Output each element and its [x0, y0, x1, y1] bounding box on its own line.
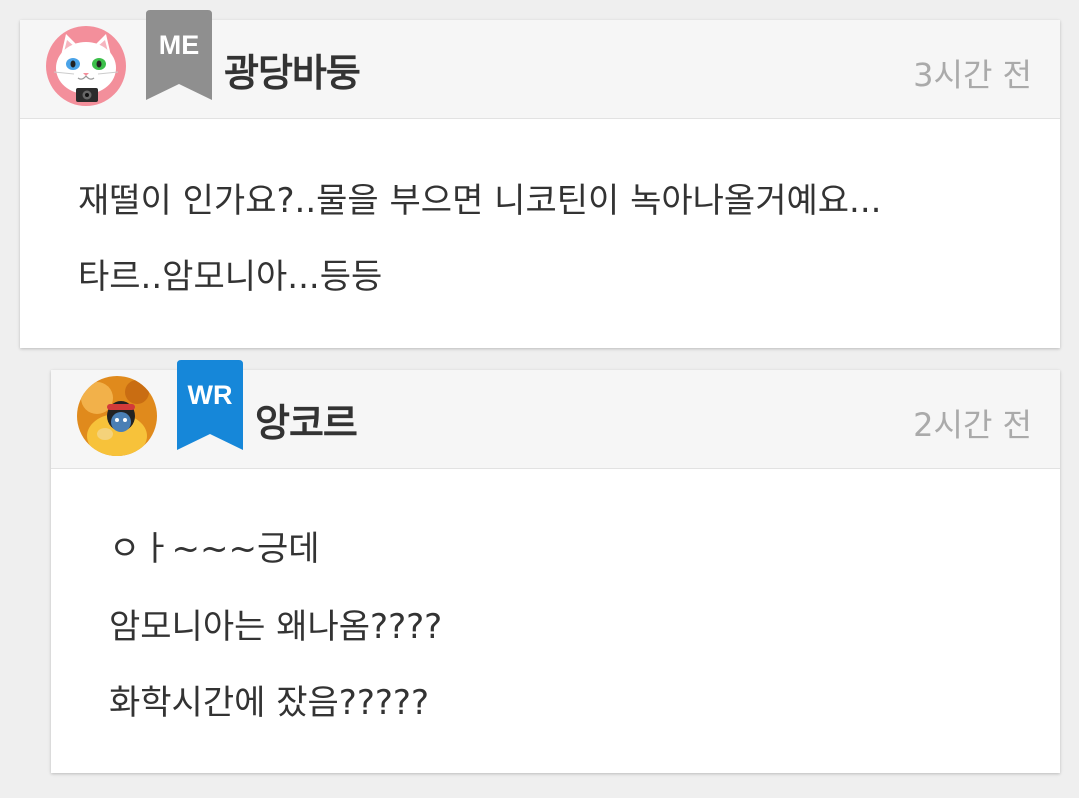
comment-body: ㅇㅏ~~~긍데 암모니아는 왜나옴???? 화학시간에 잤음????? [51, 469, 1060, 774]
comment-time: 3시간 전 [913, 56, 1032, 94]
comment-card: ME 광당바둥 3시간 전 재떨이 인가요?..물을 부으면 니코틴이 녹아나올… [20, 10, 1060, 349]
comment-line: 암모니아는 왜나옴???? [109, 607, 443, 647]
badge-label: WR [187, 380, 233, 410]
comment-header: WR 앙코르 2시간 전 [51, 360, 1060, 469]
comment-time: 2시간 전 [913, 406, 1032, 444]
me-badge: ME [146, 10, 212, 100]
badge-label: ME [158, 30, 200, 60]
cartoon-character-avatar-icon[interactable] [77, 376, 157, 456]
comment-line: 타르..암모니아...등등 [78, 257, 383, 297]
comment-line: 재떨이 인가요?..물을 부으면 니코틴이 녹아나올거예요... [78, 181, 882, 221]
reply-card: WR 앙코르 2시간 전 ㅇㅏ~~~긍데 암모니아는 왜나옴???? 화학시간에… [51, 360, 1060, 774]
comment-body: 재떨이 인가요?..물을 부으면 니코틴이 녹아나올거예요... 타르..암모니… [20, 119, 1060, 349]
author-name[interactable]: 앙코르 [255, 392, 358, 447]
comment-header: ME 광당바둥 3시간 전 [20, 10, 1060, 119]
comment-line: ㅇㅏ~~~긍데 [109, 529, 320, 569]
comment-line: 화학시간에 잤음????? [109, 683, 429, 723]
wr-badge: WR [177, 360, 243, 450]
author-name[interactable]: 광당바둥 [224, 42, 361, 97]
white-cat-avatar-icon[interactable] [46, 26, 126, 106]
